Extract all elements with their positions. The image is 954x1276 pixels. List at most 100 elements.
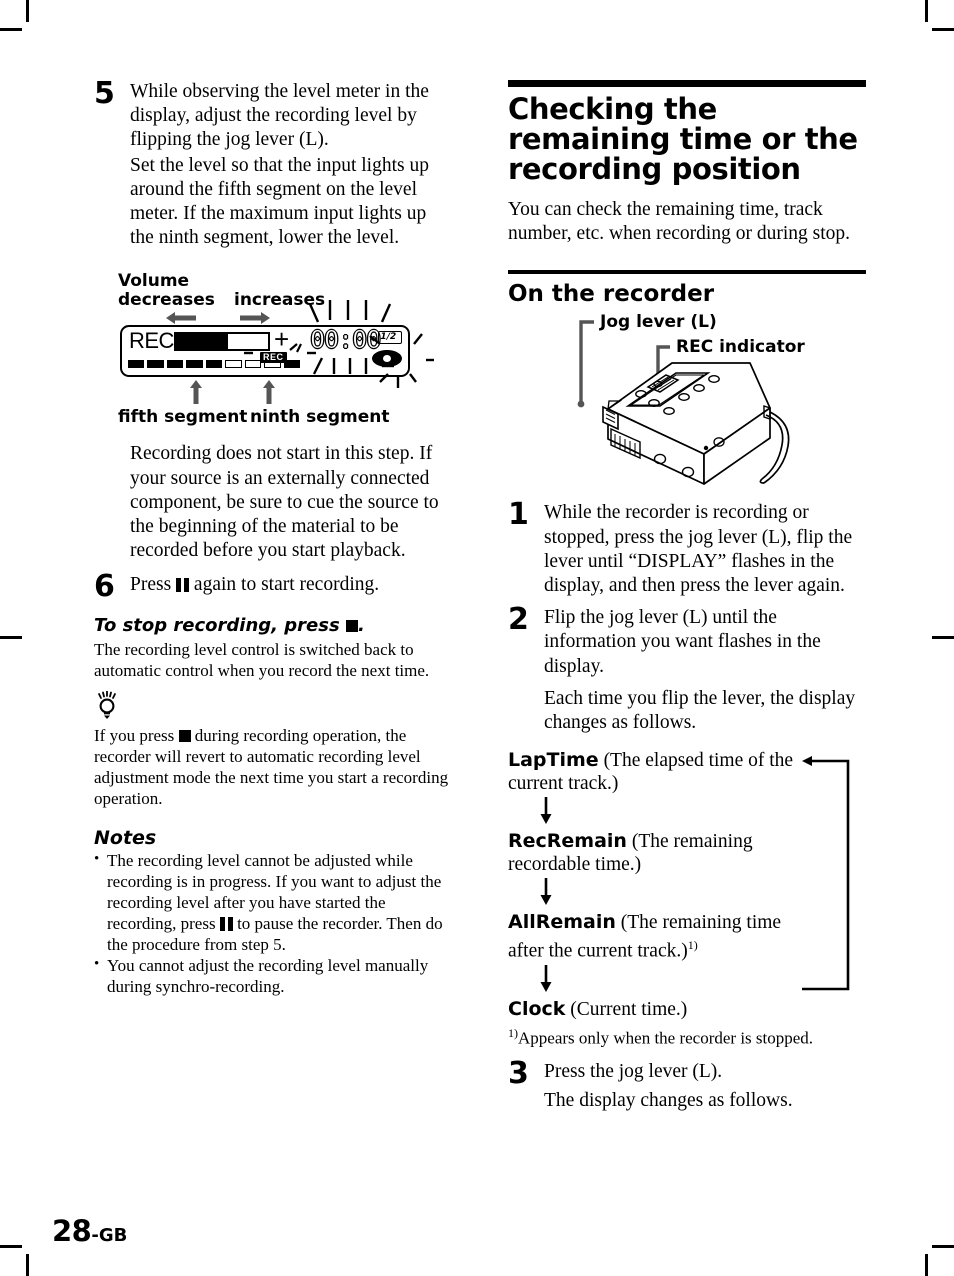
recorder-illustration xyxy=(577,320,790,486)
lcd-segment xyxy=(186,360,203,369)
crop-mark-top-right-v xyxy=(925,0,928,22)
lcd-level-bar-fill xyxy=(174,332,228,352)
lcd-plus-sign: + xyxy=(274,324,290,355)
step-3: 3 Press the jog lever (L). The display c… xyxy=(508,1056,866,1112)
step-5-number: 5 xyxy=(94,76,115,111)
lcd-time-readout: 00:00 xyxy=(310,325,382,355)
cycle-item: AllRemain (The remaining time after the … xyxy=(508,911,808,963)
tip-body: If you press during recording operation,… xyxy=(94,725,452,809)
stop-icon xyxy=(178,730,191,743)
crop-mark-mid-left xyxy=(0,636,22,639)
caption-increases: increases xyxy=(234,290,326,311)
cycle-item-name: LapTime xyxy=(508,749,599,772)
footnote-marker: 1) xyxy=(508,1025,518,1040)
cycle-item: LapTime (The elapsed time of the current… xyxy=(508,749,808,795)
lcd-display: REC + REC 00:00 1/2 xyxy=(120,324,410,378)
cycle-item: RecRemain (The remaining recordable time… xyxy=(508,830,808,876)
footnote-text: Appears only when the recorder is stoppe… xyxy=(518,1028,814,1048)
cycle-arrow-down-icon xyxy=(540,878,552,906)
pause-icon xyxy=(219,917,233,932)
notes-heading: Notes xyxy=(94,827,157,850)
crop-mark-top-left-v xyxy=(26,0,29,22)
notes-list: The recording level cannot be adjusted w… xyxy=(94,849,452,997)
lcd-segment xyxy=(205,360,223,369)
caption-decreases: decreases xyxy=(118,290,215,311)
step-2-body: Flip the jog lever (L) until the informa… xyxy=(544,606,866,735)
note-2-text: You cannot adjust the recording level ma… xyxy=(107,956,429,997)
lcd-segment xyxy=(147,360,164,369)
step-3-number: 3 xyxy=(508,1056,529,1092)
left-column: 5 While observing the level meter in the… xyxy=(94,76,452,997)
lcd-segment xyxy=(225,360,242,369)
cycle-item-name: Clock xyxy=(508,997,566,1020)
step-6-number: 6 xyxy=(94,569,115,605)
step-6-body: Press again to start recording. xyxy=(130,573,452,597)
stop-heading-before: To stop recording, press xyxy=(94,615,340,637)
subsection-rule xyxy=(508,270,866,275)
display-cycle-diagram: LapTime (The elapsed time of the current… xyxy=(508,749,866,1021)
page-number-suffix: -GB xyxy=(91,1225,128,1246)
after-figure-paragraph: Recording does not start in this step. I… xyxy=(130,443,439,562)
step-5-paragraph-2: Set the level so that the input lights u… xyxy=(130,154,429,249)
arrow-left-icon xyxy=(166,312,196,325)
right-column: Checking the remaining time or the recor… xyxy=(508,80,866,1115)
pause-icon xyxy=(176,578,190,593)
list-item: You cannot adjust the recording level ma… xyxy=(94,954,452,997)
step-2-number: 2 xyxy=(508,602,529,638)
crop-mark-bottom-right xyxy=(932,1245,954,1248)
step-6-text-after: again to start recording. xyxy=(193,574,380,596)
step-6-paragraph: Press again to start recording. xyxy=(130,573,452,597)
footnote: 1)Appears only when the recorder is stop… xyxy=(508,1023,866,1049)
stop-recording-heading: To stop recording, press . xyxy=(94,615,452,637)
step-3-body: Press the jog lever (L). The display cha… xyxy=(544,1060,866,1112)
lightbulb-tip-icon xyxy=(98,691,116,720)
arrow-right-icon xyxy=(240,312,270,325)
cycle-arrow-down-icon xyxy=(540,964,552,992)
crop-mark-top-left xyxy=(0,28,22,31)
stop-heading-after: . xyxy=(357,615,365,637)
section-intro: You can check the remaining time, track … xyxy=(508,199,851,245)
cycle-item-name: AllRemain xyxy=(508,911,616,934)
section-rule-top xyxy=(508,80,866,87)
caption-ninth-segment: ninth segment xyxy=(250,407,390,428)
step-3-paragraph-1: Press the jog lever (L). xyxy=(544,1061,723,1083)
crop-mark-bottom-right-v xyxy=(925,1254,928,1276)
crop-mark-bottom-left xyxy=(0,1245,22,1248)
crop-mark-bottom-left-v xyxy=(26,1254,29,1276)
lcd-segment xyxy=(244,360,262,369)
step-1-paragraph: While the recorder is recording or stopp… xyxy=(544,502,853,597)
cycle-loop-arrow-icon xyxy=(802,756,850,991)
stop-recording-body: The recording level control is switched … xyxy=(94,640,430,681)
caption-volume: Volume xyxy=(118,271,190,292)
lcd-rec-indicator-badge: REC xyxy=(260,352,287,364)
crop-mark-top-right xyxy=(932,28,954,31)
step-3-paragraph-2: The display changes as follows. xyxy=(544,1089,793,1111)
recorder-figure: Jog lever (L) REC indicator xyxy=(508,311,866,501)
step-6-text-before: Press xyxy=(130,574,172,596)
step-2-paragraph-1: Flip the jog lever (L) until the informa… xyxy=(544,607,821,677)
subsection-title: On the recorder xyxy=(508,281,715,308)
page-number-value: 28 xyxy=(52,1214,92,1248)
lcd-segment xyxy=(166,360,184,369)
cycle-item: Clock (Current time.) xyxy=(508,998,808,1021)
lcd-rec-label: REC xyxy=(129,328,174,354)
level-meter-figure: Volume decreases increases REC + REC 00:… xyxy=(118,272,436,432)
step-5-paragraph-1: While observing the level meter in the d… xyxy=(130,81,429,151)
step-2: 2 Flip the jog lever (L) until the infor… xyxy=(508,602,866,735)
lcd-mode-tag-icon: 1/2 xyxy=(378,331,402,345)
tip-text-before: If you press xyxy=(94,726,175,746)
step-2-paragraph-2: Each time you flip the lever, the displa… xyxy=(544,687,856,734)
arrow-up-ninth-icon xyxy=(263,380,275,405)
lcd-mode-tag-text: 1/2 xyxy=(379,332,397,343)
after-figure-note: Recording does not start in this step. I… xyxy=(130,442,452,563)
stop-icon xyxy=(345,620,358,633)
step-1-body: While the recorder is recording or stopp… xyxy=(544,501,866,598)
cycle-item-name: RecRemain xyxy=(508,830,627,853)
lcd-segment xyxy=(128,360,145,369)
lcd-disc-icon xyxy=(372,350,402,368)
cycle-item-desc: (Current time.) xyxy=(570,998,688,1020)
page-number: 28-GB xyxy=(52,1214,127,1248)
step-6: 6 Press again to start recording. xyxy=(94,569,452,605)
arrow-up-fifth-icon xyxy=(190,380,202,405)
cycle-item-footnote-marker: 1) xyxy=(687,938,698,953)
